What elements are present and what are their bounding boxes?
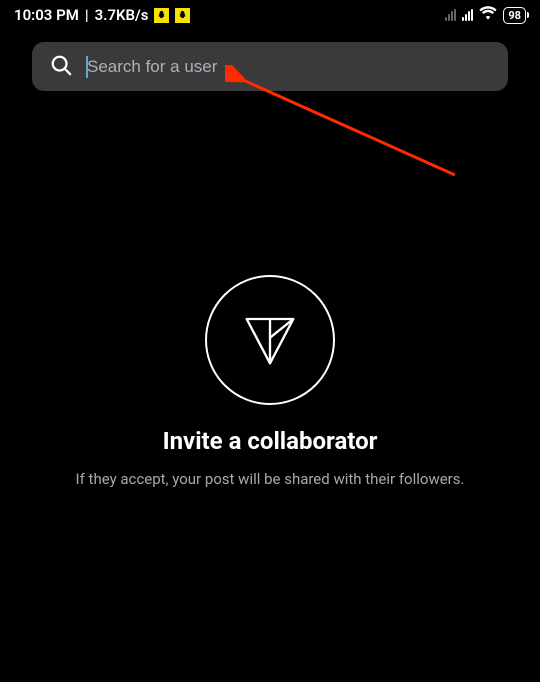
status-separator: | [85,6,89,24]
battery-icon: 98 [503,7,526,24]
search-input[interactable] [86,57,490,77]
empty-state: Invite a collaborator If they accept, yo… [0,275,540,491]
status-bar: 10:03 PM | 3.7KB/s 98 [0,0,540,30]
status-net-speed: 3.7KB/s [95,6,149,24]
status-bar-left: 10:03 PM | 3.7KB/s [14,6,190,24]
search-icon [50,54,72,80]
search-bar[interactable] [32,42,508,91]
snapchat-icon [175,8,190,23]
wifi-icon [479,6,497,24]
empty-state-subtitle: If they accept, your post will be shared… [76,469,465,491]
status-bar-right: 98 [445,6,526,24]
snapchat-icon [154,8,169,23]
empty-state-title: Invite a collaborator [163,427,378,455]
signal-icon [445,9,456,21]
signal-icon [462,9,473,21]
battery-level: 98 [508,9,521,22]
status-time: 10:03 PM [14,6,79,24]
send-icon [205,275,335,405]
